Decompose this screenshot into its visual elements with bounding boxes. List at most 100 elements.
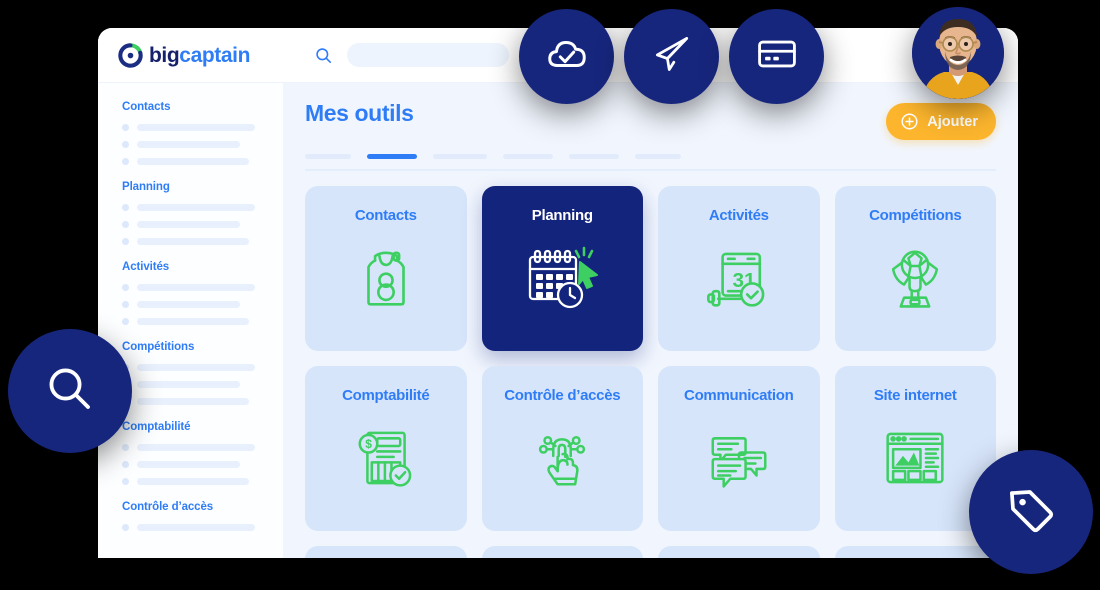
placeholder-bar [137, 318, 249, 325]
avatar[interactable] [912, 7, 1004, 99]
tool-card-label: Contrôle d’accès [504, 387, 621, 404]
sidebar-group-title: Contrôle d’accès [122, 501, 214, 513]
tool-card-planning[interactable]: Planning [481, 186, 643, 351]
sidebar-group-title: Comptabilité [122, 421, 191, 433]
bullet-icon [122, 141, 129, 148]
placeholder-bar [137, 158, 249, 165]
plus-circle-icon [900, 112, 919, 131]
bullet-icon [122, 444, 129, 451]
app-logo[interactable]: bigcaptain [118, 42, 250, 68]
placeholder-bar [137, 284, 255, 291]
tool-card-label: Communication [684, 387, 794, 404]
tab-strip [305, 154, 996, 171]
tool-card-label: Activités [708, 207, 769, 224]
tool-card-row3-4[interactable] [834, 546, 996, 558]
sidebar-group-title: Compétitions [122, 341, 195, 353]
tool-card-row3-1[interactable] [305, 546, 467, 558]
placeholder-bar [137, 398, 249, 405]
bullet-icon [122, 524, 129, 531]
sidebar-placeholder-row[interactable] [122, 238, 263, 245]
sidebar-group-controle-acces: Contrôle d’accès [122, 501, 263, 531]
placeholder-bar [137, 524, 255, 531]
bullet-icon [122, 204, 129, 211]
sidebar-placeholder-row[interactable] [122, 158, 263, 165]
placeholder-bar [137, 238, 249, 245]
tool-card-row3-3[interactable] [658, 546, 820, 558]
tool-card-label: Planning [531, 207, 593, 224]
placeholder-bar [137, 221, 240, 228]
search-area [314, 43, 510, 67]
bullet-icon [122, 461, 129, 468]
bullet-icon [122, 478, 129, 485]
tool-card-competitions[interactable]: Compétitions [834, 186, 996, 351]
sidebar-placeholder-row[interactable] [122, 524, 263, 531]
tab-indicator-1[interactable] [305, 154, 351, 159]
logo-mark-icon [118, 42, 143, 68]
svg-text:$: $ [365, 437, 372, 451]
tool-card-activites[interactable]: Activités 31 [658, 186, 820, 351]
placeholder-bar [137, 141, 240, 148]
main-panel: Mes outils Ajouter Contacts Planning Act… [283, 83, 1018, 558]
tool-card-contacts[interactable]: Contacts [305, 186, 467, 351]
payment-badge[interactable] [729, 9, 824, 104]
tab-indicator-3[interactable] [433, 154, 487, 159]
placeholder-bar [137, 381, 240, 388]
tool-card-comptabilite[interactable]: Comptabilité $ [305, 366, 467, 531]
sidebar-group-title: Contacts [122, 101, 171, 113]
placeholder-bar [137, 364, 255, 371]
sidebar-placeholder-row[interactable] [122, 318, 263, 325]
sidebar-placeholder-row[interactable] [122, 478, 263, 485]
sidebar-group-competitions: Compétitions [122, 341, 263, 405]
search-input[interactable] [347, 43, 510, 67]
cloud-sync-badge[interactable] [519, 9, 614, 104]
jersey-icon [348, 240, 424, 316]
sidebar-group-activites: Activités [122, 261, 263, 325]
tool-card-row3-2[interactable] [481, 546, 643, 558]
bullet-icon [122, 158, 129, 165]
add-button-label: Ajouter [927, 113, 978, 130]
sidebar-placeholder-row[interactable] [122, 398, 263, 405]
screenshot-stage: bigcaptain Contacts Planning Activités C… [0, 0, 1100, 590]
credit-card-icon [755, 32, 799, 81]
tool-card-controle-acces[interactable]: Contrôle d’accès [481, 366, 643, 531]
window-body: Contacts Planning Activités Compétitions… [98, 83, 1018, 558]
tools-grid: Contacts Planning Activités 31 Compétiti… [305, 186, 996, 558]
sidebar-placeholder-row[interactable] [122, 364, 263, 371]
placeholder-bar [137, 478, 249, 485]
sidebar-placeholder-row[interactable] [122, 204, 263, 211]
sidebar-placeholder-row[interactable] [122, 444, 263, 451]
fingerprint-hand-icon [524, 420, 600, 496]
sidebar: Contacts Planning Activités Compétitions… [98, 83, 283, 558]
sidebar-group-contacts: Contacts [122, 101, 263, 165]
search-icon[interactable] [314, 46, 333, 65]
tool-card-communication[interactable]: Communication [658, 366, 820, 531]
tag-badge[interactable] [969, 450, 1093, 574]
placeholder-bar [137, 204, 255, 211]
tab-indicator-6[interactable] [635, 154, 681, 159]
paper-plane-icon [650, 32, 694, 81]
tab-indicator-2[interactable] [367, 154, 417, 159]
sidebar-placeholder-row[interactable] [122, 381, 263, 388]
logo-word-big: big [149, 43, 180, 67]
sidebar-group-planning: Planning [122, 181, 263, 245]
bullet-icon [122, 221, 129, 228]
tab-indicator-5[interactable] [569, 154, 619, 159]
send-badge[interactable] [624, 9, 719, 104]
sidebar-placeholder-row[interactable] [122, 301, 263, 308]
sidebar-placeholder-row[interactable] [122, 141, 263, 148]
page-title: Mes outils [305, 100, 414, 126]
sidebar-placeholder-row[interactable] [122, 461, 263, 468]
sidebar-placeholder-row[interactable] [122, 221, 263, 228]
calendar-clock-icon [524, 240, 600, 316]
bullet-icon [122, 301, 129, 308]
search-badge[interactable] [8, 329, 132, 453]
logo-wordmark: bigcaptain [149, 45, 250, 66]
sidebar-placeholder-row[interactable] [122, 284, 263, 291]
placeholder-bar [137, 301, 240, 308]
sidebar-placeholder-row[interactable] [122, 124, 263, 131]
invoice-icon: $ [348, 420, 424, 496]
add-button[interactable]: Ajouter [886, 103, 996, 140]
tab-indicator-4[interactable] [503, 154, 553, 159]
bullet-icon [122, 284, 129, 291]
webpage-icon [877, 420, 953, 496]
